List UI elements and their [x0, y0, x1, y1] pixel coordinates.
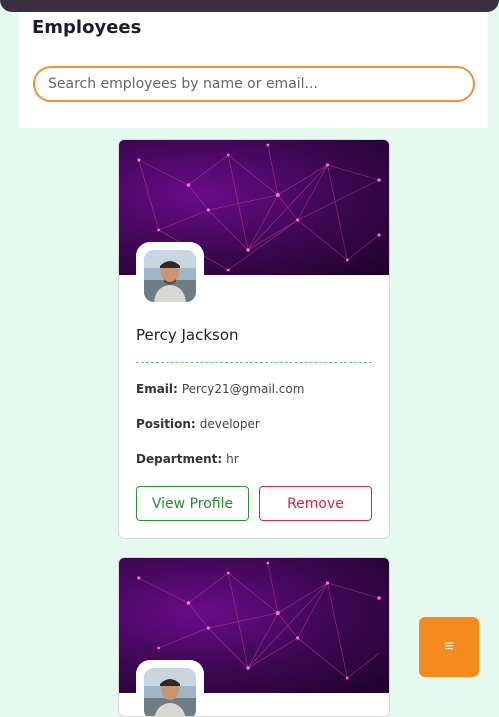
position-field: Position: developer [136, 417, 260, 431]
employees-header: Employees [19, 12, 488, 128]
avatar-frame [136, 242, 204, 310]
menu-icon: ≡ [444, 638, 454, 655]
department-field: Department: hr [136, 452, 239, 466]
top-bar [0, 0, 499, 12]
avatar-frame [136, 660, 204, 716]
position-label: Position: [136, 417, 196, 431]
remove-button[interactable]: Remove [259, 486, 372, 521]
menu-button[interactable]: ≡ [419, 617, 479, 677]
divider [136, 362, 372, 363]
email-value: Percy21@gmail.com [181, 382, 305, 396]
employee-name: Percy Jackson [136, 326, 239, 344]
position-value: developer [199, 417, 260, 431]
page-title: Employees [32, 17, 142, 38]
email-field: Email: Percy21@gmail.com [136, 382, 304, 396]
search-input[interactable] [33, 66, 475, 102]
view-profile-button[interactable]: View Profile [136, 486, 249, 521]
department-label: Department: [136, 452, 223, 466]
email-label: Email: [136, 382, 178, 396]
employee-card [118, 557, 390, 717]
avatar[interactable] [144, 250, 196, 302]
avatar[interactable] [144, 668, 196, 716]
employee-card: Percy Jackson Email: Percy21@gmail.com Po… [118, 139, 390, 539]
department-value: hr [226, 452, 239, 466]
